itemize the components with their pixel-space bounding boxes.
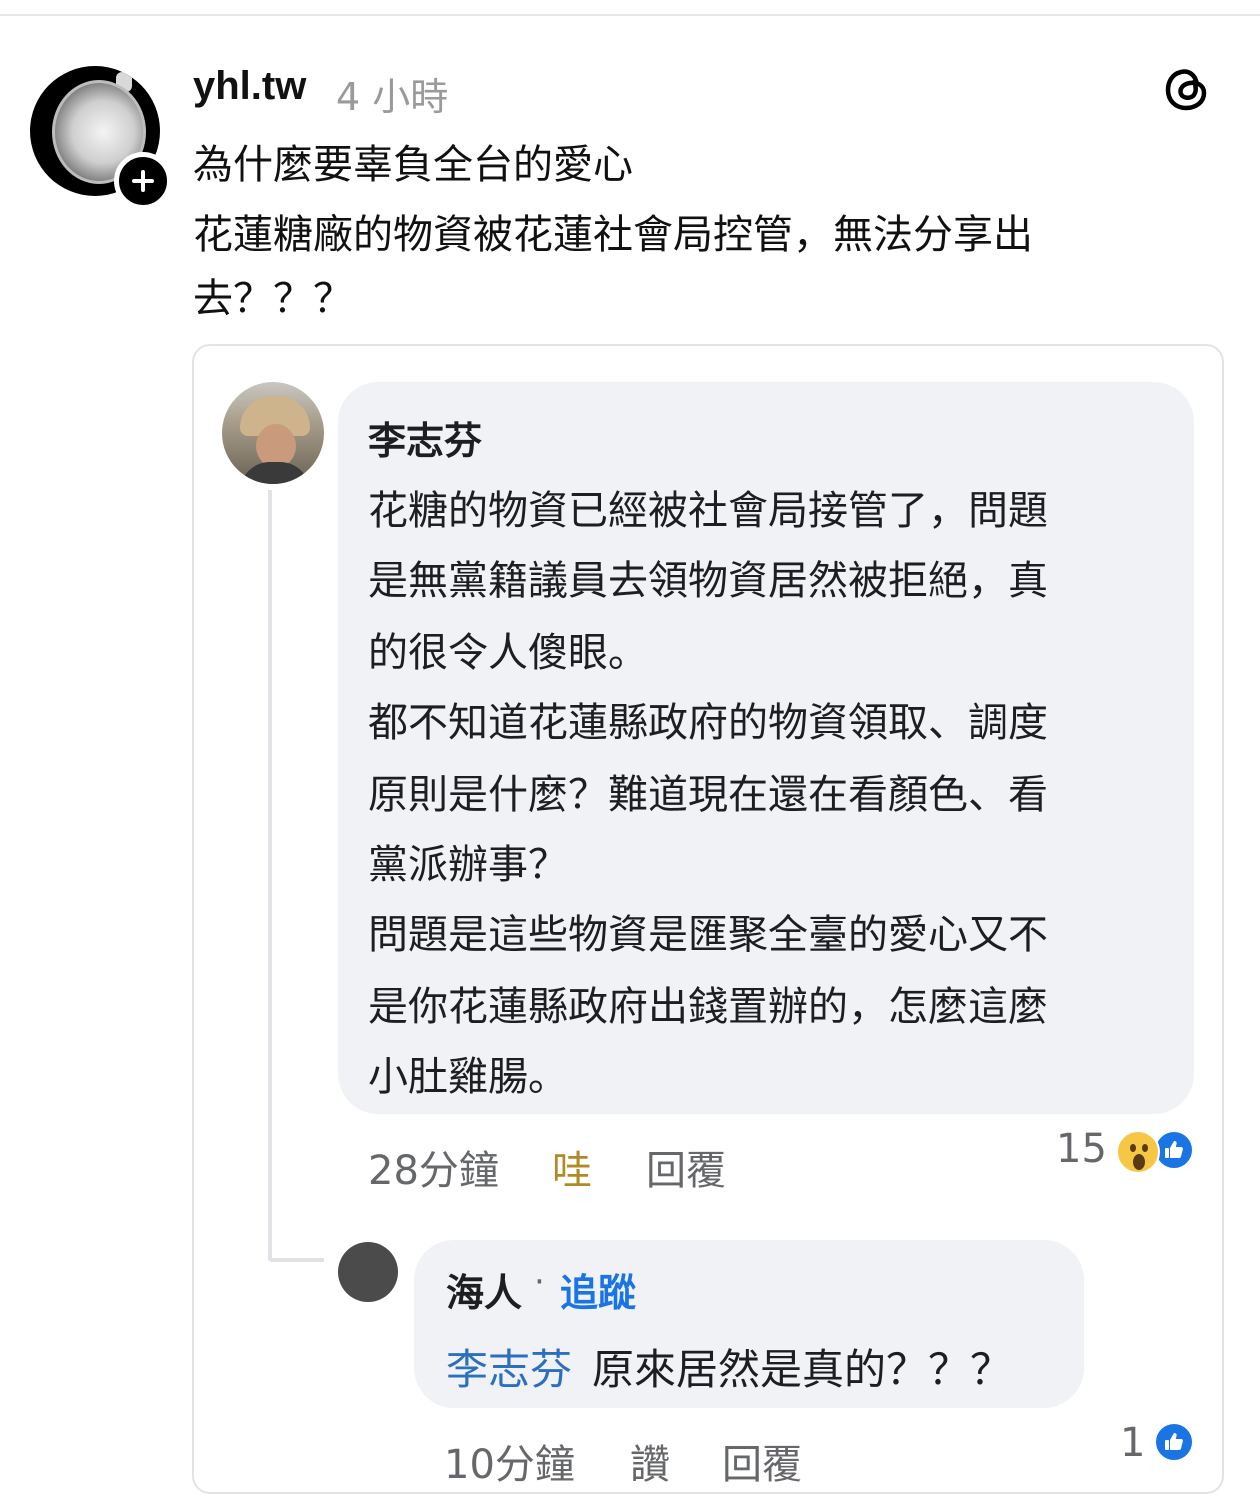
comment-text-line: 黨派辦事？ [368,842,568,888]
top-divider [0,14,1260,16]
reaction-count[interactable]: 15 [1056,1126,1107,1172]
comment-text-line: 小肚雞腸。 [368,1054,568,1100]
comment-text-line: 是無黨籍議員去領物資居然被拒絕，真 [368,558,1048,604]
comment-text-line: 原則是什麼？難道現在還在看顏色、看 [368,772,1048,818]
comment-author[interactable]: 李志芬 [368,410,482,465]
like-reaction-icon [1154,1130,1194,1170]
wow-reaction-button[interactable]: 哇 [552,1138,592,1196]
comment-text-line: 是你花蓮縣政府出錢置辦的，怎麼這麼 [368,984,1048,1030]
wow-eye [1142,1144,1148,1152]
comment-text-line: 問題是這些物資是匯聚全臺的愛心又不 [368,912,1048,958]
comment-text-line: 都不知道花蓮縣政府的物資領取、調度 [368,700,1048,746]
wow-reaction-icon [1116,1130,1160,1174]
follow-plus-button[interactable] [114,152,172,210]
reply-text: 原來居然是真的？？？ [592,1345,1013,1394]
reply-button[interactable]: 回覆 [646,1138,726,1196]
thumbs-up-icon [1165,1141,1183,1158]
like-reaction-icon [1154,1422,1194,1462]
plus-icon [132,170,154,192]
wow-mouth [1133,1154,1145,1170]
comment-text-line: 的很令人傻眼。 [368,630,648,676]
post-text-line: 去？？？ [193,276,353,322]
reply-author[interactable]: 海人 [446,1262,522,1317]
post-timestamp: 4 小時 [336,75,449,119]
follow-button[interactable]: 追蹤 [560,1262,636,1317]
commenter-avatar[interactable] [222,382,324,484]
reaction-count[interactable]: 1 [1120,1420,1145,1466]
wow-eye [1130,1144,1136,1152]
post-username[interactable]: yhl.tw [193,64,306,109]
reply-thread-line [268,490,272,1260]
comment-text-line: 花糖的物資已經被社會局接管了，問題 [368,488,1048,534]
post-text-line: 為什麼要辜負全台的愛心 [193,142,633,188]
post-text-line: 花蓮糖廠的物資被花蓮社會局控管，無法分享出 [193,212,1033,258]
like-button[interactable]: 讚 [630,1432,670,1490]
comment-timestamp: 28分鐘 [368,1148,499,1194]
avatar-art [240,462,310,484]
reply-timestamp: 10分鐘 [444,1442,575,1488]
author-separator: · [534,1262,545,1302]
threads-logo-icon[interactable] [1162,64,1212,114]
replier-avatar[interactable] [338,1242,398,1302]
thumbs-up-icon [1165,1433,1183,1450]
mention-link[interactable]: 李志芬 [446,1336,572,1397]
reply-button[interactable]: 回覆 [722,1432,802,1490]
reply-thread-connector [268,1258,324,1262]
